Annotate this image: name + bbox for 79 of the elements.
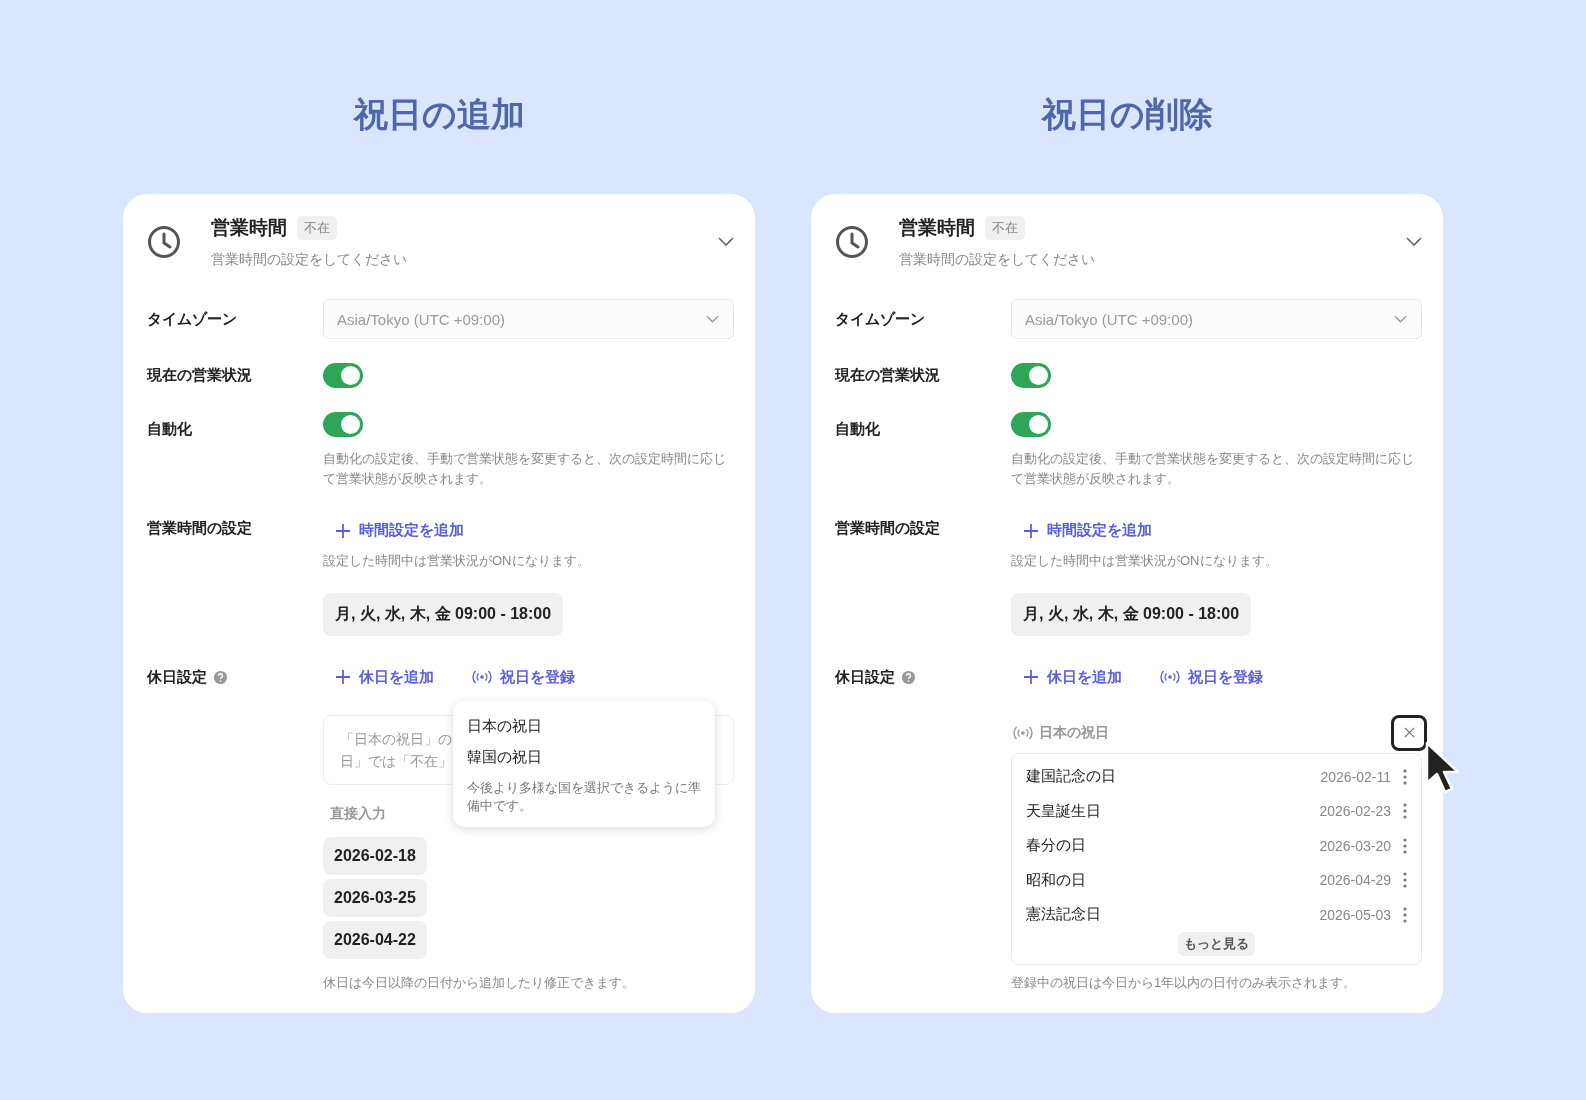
- more-icon[interactable]: [1403, 803, 1407, 820]
- clock-icon: [147, 225, 181, 259]
- plus-icon[interactable]: [335, 522, 351, 539]
- hours-hint: 設定した時間中は営業状況がONになります。: [1011, 551, 1279, 570]
- schedule-chip[interactable]: 月, 火, 水, 木, 金 09:00 - 18:00: [323, 592, 564, 636]
- field-label: 自動化: [147, 419, 193, 439]
- schedule-chip[interactable]: 月, 火, 水, 木, 金 09:00 - 18:00: [1011, 592, 1252, 636]
- menu-note: 今後より多様な国を選択できるように準備中です。: [467, 778, 701, 815]
- field-label: 休日設定: [835, 667, 895, 687]
- register-holiday-link[interactable]: 祝日を登録: [1148, 665, 1263, 689]
- field-label: 営業時間の設定: [147, 519, 253, 538]
- holiday-source: 日本の祝日: [1013, 723, 1109, 742]
- card-subtitle: 営業時間の設定をしてください: [899, 251, 1096, 269]
- chevron-icon[interactable]: [706, 315, 719, 323]
- holiday-name: 昭和の日: [1026, 870, 1087, 890]
- add-time-link[interactable]: 時間設定を追加: [1011, 519, 1152, 542]
- status-toggle[interactable]: [1011, 363, 1051, 388]
- chevron-icon[interactable]: [718, 237, 734, 247]
- field-label: タイムゾーン: [147, 309, 238, 329]
- section-label: 直接入力: [329, 804, 386, 823]
- chevron-icon[interactable]: [1406, 237, 1422, 247]
- holiday-name: 天皇誕生日: [1026, 801, 1102, 821]
- notice-text: 日」では「不在」: [340, 751, 453, 771]
- holiday-footnote: 登録中の祝日は今日から1年以内の日付のみ表示されます。: [1011, 974, 1358, 992]
- field-label: 現在の営業状況: [835, 366, 941, 385]
- panel-heading: 祝日の追加: [353, 94, 525, 135]
- status-toggle[interactable]: [323, 363, 363, 388]
- broadcast-icon: [1013, 725, 1033, 740]
- clock-icon: [835, 225, 869, 259]
- card-title: 営業時間: [211, 216, 287, 240]
- close-button[interactable]: [1391, 714, 1427, 751]
- status-badge: 不在: [297, 216, 337, 240]
- holiday-date: 2026-03-20: [1319, 837, 1391, 854]
- plus-icon[interactable]: [1023, 522, 1039, 539]
- notice-text: 「日本の祝日」の: [340, 729, 453, 749]
- holiday-name: 建国記念の日: [1026, 767, 1117, 787]
- plus-icon[interactable]: [335, 669, 351, 685]
- automation-description: 自動化の設定後、手動で営業状態を変更すると、次の設定時間に応じて営業状態が反映されます。: [1011, 450, 1415, 488]
- hours-hint: 設定した時間中は営業状況がONになります。: [323, 551, 591, 570]
- more-icon[interactable]: [1403, 837, 1407, 854]
- add-holiday-link[interactable]: 休日を追加: [323, 665, 434, 689]
- holiday-date: 2026-05-03: [1319, 906, 1391, 923]
- broadcast-icon[interactable]: [1160, 670, 1180, 684]
- menu-item[interactable]: 韓国の祝日: [467, 741, 701, 773]
- card-subtitle: 営業時間の設定をしてください: [211, 251, 408, 269]
- automation-description: 自動化の設定後、手動で営業状態を変更すると、次の設定時間に応じて営業状態が反映されます。: [323, 450, 727, 488]
- field-label: タイムゾーン: [835, 309, 926, 329]
- help-icon[interactable]: [901, 669, 916, 685]
- date-chip[interactable]: 2026-02-18: [323, 836, 427, 875]
- help-icon[interactable]: [213, 669, 228, 685]
- add-holiday-link[interactable]: 休日を追加: [1011, 665, 1122, 689]
- more-icon[interactable]: [1403, 906, 1407, 923]
- holiday-date: 2026-02-23: [1319, 803, 1391, 820]
- automation-toggle[interactable]: [323, 412, 363, 437]
- automation-toggle[interactable]: [1011, 412, 1051, 437]
- broadcast-icon[interactable]: [472, 670, 492, 684]
- field-label: 自動化: [835, 419, 881, 439]
- show-more-button[interactable]: もっと見る: [1178, 932, 1255, 956]
- date-chip[interactable]: 2026-04-22: [323, 920, 427, 959]
- date-chip[interactable]: 2026-03-25: [323, 878, 427, 917]
- more-icon[interactable]: [1403, 872, 1407, 889]
- plus-icon[interactable]: [1023, 669, 1039, 685]
- menu-item[interactable]: 日本の祝日: [467, 710, 701, 742]
- close-icon[interactable]: [1402, 726, 1416, 739]
- status-badge: 不在: [985, 216, 1025, 240]
- holiday-date: 2026-02-11: [1320, 768, 1391, 785]
- holiday-name: 春分の日: [1026, 836, 1087, 856]
- card-title: 営業時間: [899, 216, 975, 240]
- more-icon[interactable]: [1403, 768, 1407, 785]
- add-time-link[interactable]: 時間設定を追加: [323, 519, 464, 542]
- register-holiday-link[interactable]: 祝日を登録: [460, 665, 575, 689]
- holiday-name: 憲法記念日: [1026, 905, 1102, 925]
- field-label: 営業時間の設定: [835, 519, 941, 538]
- panel-heading: 祝日の削除: [1041, 94, 1213, 135]
- field-label: 休日設定: [147, 667, 207, 687]
- field-label: 現在の営業状況: [147, 366, 253, 385]
- chevron-icon[interactable]: [1394, 315, 1407, 323]
- holiday-footnote: 休日は今日以降の日付から追加したり修正できます。: [323, 973, 636, 992]
- holiday-date: 2026-04-29: [1319, 872, 1391, 889]
